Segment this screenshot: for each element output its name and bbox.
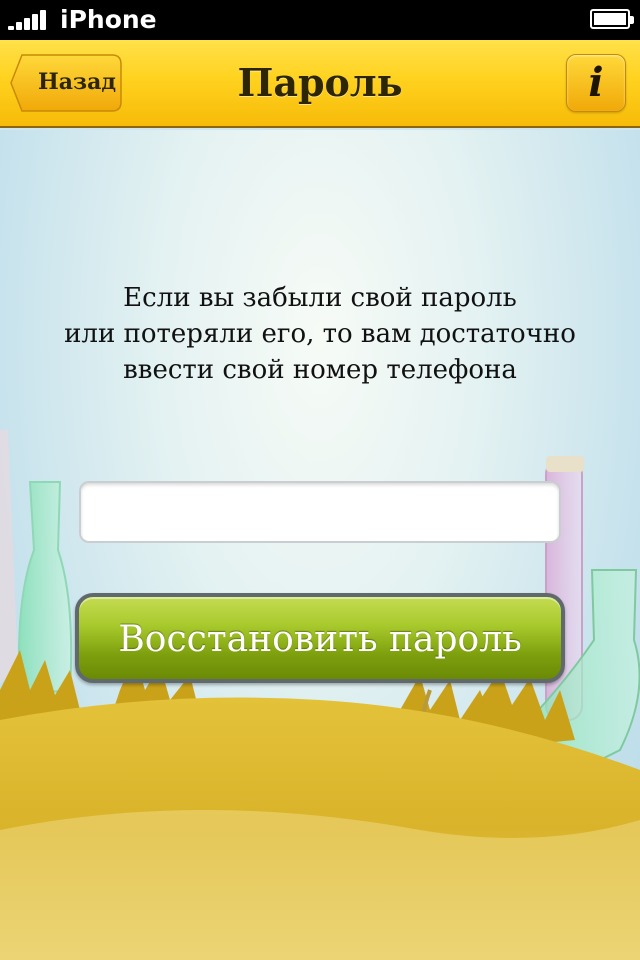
- restore-password-button-label: Восстановить пароль: [118, 619, 522, 660]
- instruction-line: или потеряли его, то вам достаточно: [64, 319, 576, 349]
- instruction-text: Если вы забыли свой пароль или потеряли …: [40, 280, 600, 388]
- background-illustration: [0, 430, 640, 960]
- phone-number-input[interactable]: [79, 481, 561, 543]
- battery-level: [594, 13, 626, 25]
- page-title: Пароль: [237, 60, 403, 105]
- instruction-line: Если вы забыли свой пароль: [123, 283, 517, 313]
- info-button[interactable]: i: [566, 54, 626, 112]
- signal-strength-icon: [8, 10, 48, 30]
- carrier-name: iPhone: [60, 5, 157, 34]
- navigation-bar: Назад Пароль i: [0, 40, 640, 128]
- status-bar: iPhone: [0, 0, 640, 40]
- battery-icon: [590, 9, 634, 29]
- info-icon: i: [588, 59, 604, 106]
- content-area: Если вы забыли свой пароль или потеряли …: [0, 130, 640, 960]
- instruction-line: ввести свой номер телефона: [123, 355, 517, 385]
- restore-password-button[interactable]: Восстановить пароль: [75, 593, 565, 683]
